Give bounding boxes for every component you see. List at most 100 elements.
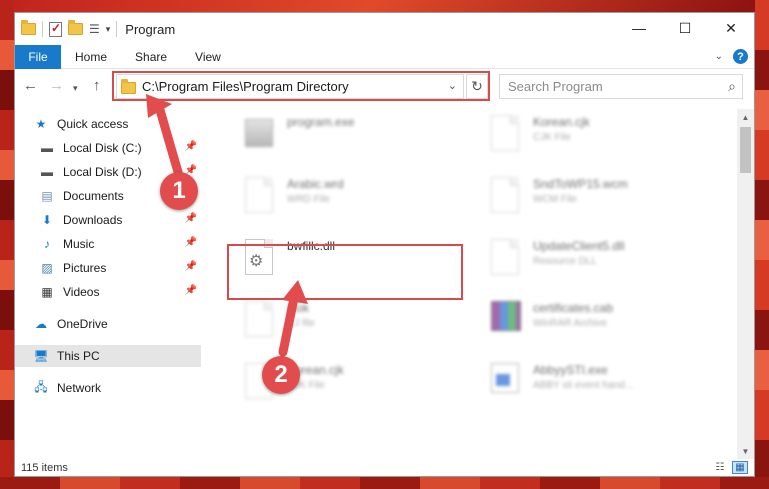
tab-view[interactable]: View	[181, 45, 235, 69]
view-toggle: ☷ ▦	[712, 461, 748, 474]
application-icon	[491, 363, 519, 399]
drive-icon: ▬	[41, 165, 53, 179]
tab-file[interactable]: File	[15, 44, 61, 69]
sidebar-item-music[interactable]: ♪ Music 📌	[15, 233, 201, 255]
sidebar-item-label: Local Disk (D:)	[63, 165, 142, 179]
ribbon-right-controls: ⌄ ?	[715, 49, 748, 64]
new-folder-icon[interactable]	[68, 20, 83, 35]
file-icon	[491, 177, 519, 213]
file-name: AbbyySTI.exe	[533, 363, 608, 377]
toolbar-divider	[116, 21, 118, 37]
minimize-button[interactable]: —	[616, 13, 662, 43]
sidebar-item-label: Quick access	[57, 117, 129, 131]
folder-icon	[21, 20, 36, 35]
pin-icon[interactable]: 📌	[185, 189, 197, 200]
window-controls: — ☐ ✕	[616, 13, 754, 43]
documents-icon: ▤	[41, 189, 53, 203]
sidebar-item-downloads[interactable]: ⬇ Downloads 📌	[15, 209, 201, 231]
file-item[interactable]: glok CJ file	[245, 301, 315, 337]
file-type: CJK File	[533, 132, 571, 143]
cloud-icon: ☁	[35, 317, 47, 331]
help-icon[interactable]: ?	[733, 49, 748, 64]
scroll-up-icon[interactable]: ▲	[737, 109, 754, 125]
file-type: CJK File	[287, 380, 325, 391]
scroll-down-icon[interactable]: ▼	[737, 443, 754, 459]
file-item[interactable]: AbbyySTI.exe ABBY sti event hand...	[491, 363, 633, 399]
sidebar-item-onedrive[interactable]: ☁ OneDrive	[15, 313, 201, 335]
sidebar-item-pictures[interactable]: ▨ Pictures 📌	[15, 257, 201, 279]
search-input[interactable]: Search Program ⌕	[499, 74, 743, 99]
pictures-icon: ▨	[41, 261, 53, 275]
file-highlight-box	[227, 244, 463, 300]
file-type: WinRAR Archive	[533, 318, 607, 329]
file-item[interactable]: Korean.cjk CJK File	[491, 115, 590, 151]
customize-view-icon[interactable]: ☰	[89, 22, 100, 36]
sidebar-item-label: OneDrive	[57, 317, 108, 331]
sidebar-item-documents[interactable]: ▤ Documents 📌	[15, 185, 201, 207]
pin-icon[interactable]: 📌	[185, 165, 197, 176]
sidebar-item-local-disk-d[interactable]: ▬ Local Disk (D:) 📌	[15, 161, 201, 183]
network-icon: 🖧	[34, 379, 48, 394]
properties-icon[interactable]	[49, 21, 62, 37]
sidebar-item-label: Downloads	[63, 213, 123, 227]
file-name: Korean.cjk	[287, 363, 344, 377]
file-item[interactable]: UpdateClient5.dll Resource DLL	[491, 239, 624, 275]
pin-icon[interactable]: 📌	[185, 261, 197, 272]
file-icon	[491, 115, 519, 151]
scrollbar-thumb[interactable]	[740, 127, 751, 173]
tab-home[interactable]: Home	[61, 45, 121, 69]
title-bar: ☰ ▾ Program — ☐ ✕	[15, 13, 754, 45]
back-button[interactable]: ←	[23, 77, 38, 94]
pin-icon[interactable]: 📌	[185, 285, 197, 296]
desktop-background-left	[0, 0, 14, 489]
sidebar-item-label: Documents	[63, 189, 124, 203]
dll-file-icon	[491, 239, 519, 275]
pin-icon[interactable]: 📌	[185, 237, 197, 248]
file-item[interactable]: program.exe	[245, 115, 354, 151]
details-view-icon[interactable]: ☷	[712, 461, 728, 474]
forward-button[interactable]: →	[49, 77, 64, 94]
navigation-pane: ★ Quick access ▬ Local Disk (C:) 📌 ▬ Loc…	[15, 109, 201, 459]
download-icon: ⬇	[41, 213, 53, 227]
item-count: 115 items	[21, 462, 68, 474]
up-button[interactable]: ↑	[93, 77, 101, 94]
pin-icon[interactable]: 📌	[185, 141, 197, 152]
sidebar-item-network[interactable]: 🖧 Network	[15, 377, 201, 399]
search-icon: ⌕	[728, 78, 736, 94]
sidebar-item-quick-access[interactable]: ★ Quick access	[15, 113, 201, 135]
sidebar-item-videos[interactable]: ▦ Videos 📌	[15, 281, 201, 303]
close-button[interactable]: ✕	[708, 13, 754, 43]
file-item[interactable]: Arabic.wrd WRD File	[245, 177, 344, 213]
file-item[interactable]: certificates.cab WinRAR Archive	[491, 301, 613, 337]
address-highlight-box	[112, 71, 490, 101]
chevron-down-icon[interactable]: ▾	[106, 24, 111, 35]
file-icon	[245, 301, 273, 337]
navigation-bar: ← → ▾ ↑ C:\Program Files\Program Directo…	[15, 71, 754, 103]
file-icon	[245, 363, 273, 399]
pin-icon[interactable]: 📌	[185, 213, 197, 224]
file-name: glok	[287, 301, 310, 315]
file-type: WRD File	[287, 194, 330, 205]
file-item[interactable]: SndToWP15.wcm WCM File	[491, 177, 628, 213]
sidebar-item-label: Local Disk (C:)	[63, 141, 142, 155]
maximize-button[interactable]: ☐	[662, 13, 708, 43]
file-type: CJ file	[287, 318, 315, 329]
large-icons-view-icon[interactable]: ▦	[732, 461, 748, 474]
archive-icon	[491, 301, 521, 337]
computer-icon: 🖥	[33, 349, 49, 363]
file-item[interactable]: Korean.cjk CJK File	[245, 363, 344, 399]
search-placeholder: Search Program	[508, 79, 603, 94]
status-bar: 115 items ☷ ▦	[15, 459, 754, 477]
recent-locations-icon[interactable]: ▾	[73, 83, 78, 94]
music-icon: ♪	[44, 237, 50, 251]
tab-share[interactable]: Share	[121, 45, 181, 69]
desktop-background-right	[755, 0, 769, 489]
sidebar-item-label: This PC	[57, 349, 100, 363]
sidebar-item-local-disk-c[interactable]: ▬ Local Disk (C:) 📌	[15, 137, 201, 159]
vertical-scrollbar[interactable]: ▲ ▼	[737, 109, 754, 459]
file-type: ABBY sti event hand...	[533, 380, 633, 391]
expand-ribbon-icon[interactable]: ⌄	[715, 51, 723, 62]
sidebar-item-this-pc[interactable]: 🖥 This PC	[15, 345, 201, 367]
file-explorer-window: ☰ ▾ Program — ☐ ✕ File Home Share View ⌄…	[14, 12, 755, 477]
star-icon: ★	[35, 117, 47, 131]
